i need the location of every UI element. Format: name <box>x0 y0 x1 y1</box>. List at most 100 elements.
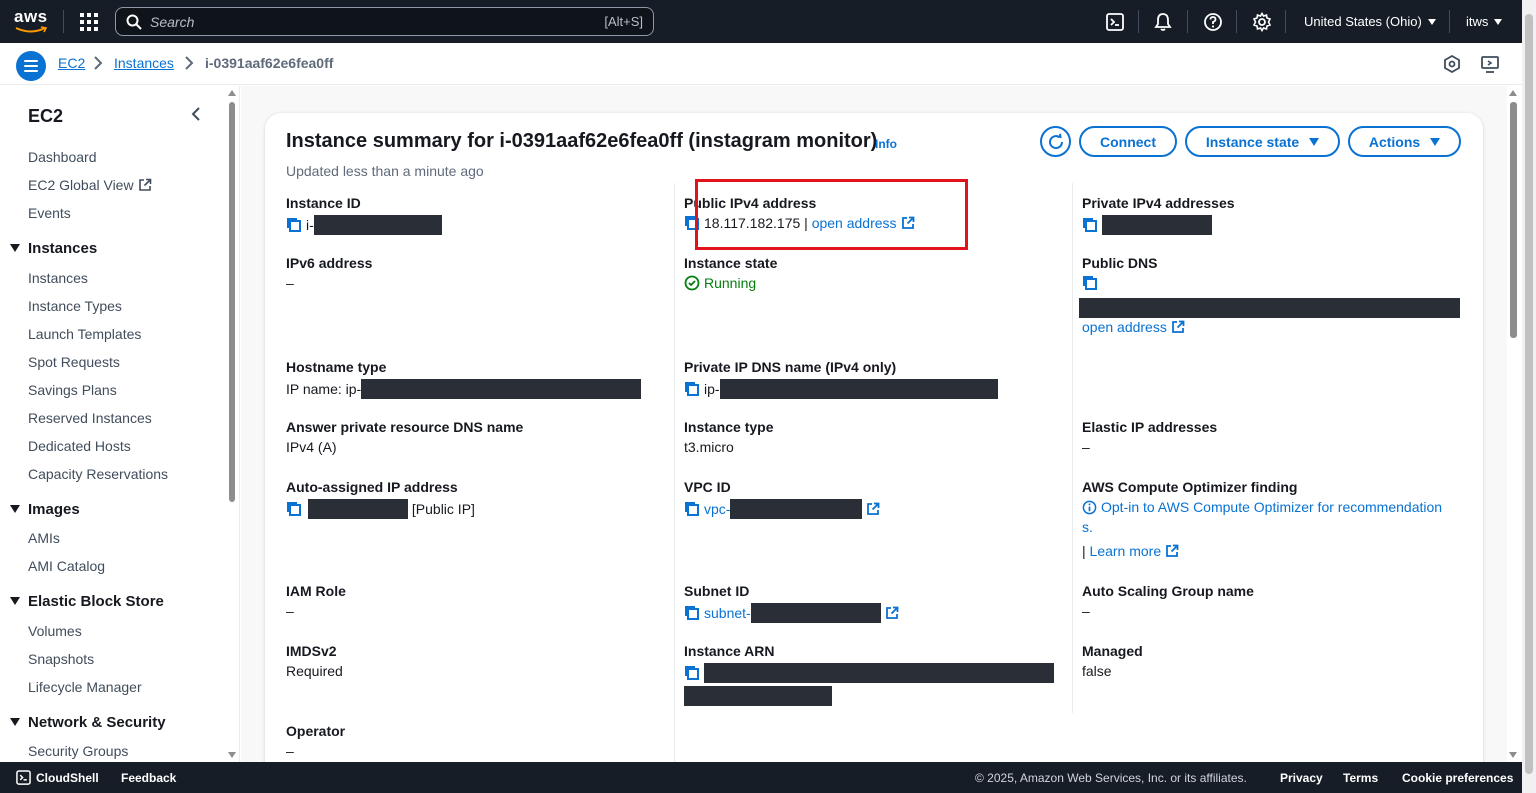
sidebar-scrollbar-thumb[interactable] <box>229 102 235 502</box>
sidebar-item-lifecycle-manager[interactable]: Lifecycle Manager <box>28 679 142 695</box>
learn-more-link[interactable]: Learn more <box>1090 543 1162 559</box>
caret-down-icon <box>1427 19 1436 25</box>
refresh-icon <box>1048 133 1063 149</box>
copy-icon[interactable] <box>1082 217 1098 233</box>
page-title: Instance summary for i-0391aaf62e6fea0ff… <box>286 130 878 152</box>
footer: CloudShell Feedback © 2025, Amazon Web S… <box>0 762 1522 793</box>
cookie-preferences-link[interactable]: Cookie preferences <box>1402 771 1513 785</box>
search-box[interactable]: [Alt+S] <box>115 7 654 36</box>
sidebar-item-volumes[interactable]: Volumes <box>28 623 82 639</box>
instance-arn-value-line2 <box>684 686 832 706</box>
subnet-id-link[interactable]: subnet- <box>704 605 751 621</box>
instance-id-label: Instance ID <box>286 195 361 211</box>
external-link-icon[interactable] <box>866 502 880 516</box>
hexagon-settings-icon[interactable] <box>1443 55 1461 73</box>
settings-gear-icon[interactable] <box>1252 12 1272 32</box>
refresh-button[interactable] <box>1040 126 1071 157</box>
display-preferences-icon[interactable] <box>1480 54 1500 74</box>
chevron-left-icon[interactable] <box>190 106 202 122</box>
breadcrumb-ec2[interactable]: EC2 <box>58 55 85 71</box>
side-navigation-toggle-button[interactable] <box>16 51 46 81</box>
sidebar-item-dedicated-hosts[interactable]: Dedicated Hosts <box>28 438 131 454</box>
nav-divider <box>1449 10 1450 33</box>
notifications-bell-icon[interactable] <box>1153 12 1173 32</box>
info-link[interactable]: Info <box>875 137 897 151</box>
side-navigation: EC2 Dashboard EC2 Global View Events Ins… <box>0 86 240 762</box>
sidebar-item-events[interactable]: Events <box>28 205 71 221</box>
sidebar-item-amis[interactable]: AMIs <box>28 530 60 546</box>
optimizer-opt-in-link-end[interactable]: s. <box>1082 519 1093 535</box>
page-scrollbar-thumb[interactable] <box>1525 14 1533 774</box>
copy-icon[interactable] <box>1082 275 1098 291</box>
sidebar-item-ami-catalog[interactable]: AMI Catalog <box>28 558 105 574</box>
external-link-icon[interactable] <box>1171 320 1185 334</box>
scroll-up-arrow-icon[interactable] <box>1509 90 1517 96</box>
scroll-down-arrow-icon[interactable] <box>1509 752 1517 758</box>
external-link-icon[interactable] <box>1165 544 1179 558</box>
sidebar-item-spot-requests[interactable]: Spot Requests <box>28 354 120 370</box>
external-link-icon[interactable] <box>885 606 899 620</box>
auto-ip-value: [Public IP] <box>286 499 475 519</box>
sidebar-item-instance-types[interactable]: Instance Types <box>28 298 122 314</box>
optimizer-value: Opt-in to AWS Compute Optimizer for reco… <box>1082 499 1442 515</box>
copy-icon[interactable] <box>684 501 700 517</box>
sidebar-item-instances[interactable]: Instances <box>28 270 88 286</box>
sidebar-item-savings-plans[interactable]: Savings Plans <box>28 382 117 398</box>
caret-down-icon <box>10 505 20 513</box>
instance-state-button[interactable]: Instance state <box>1185 126 1340 157</box>
sidebar-item-capacity-reservations[interactable]: Capacity Reservations <box>28 466 168 482</box>
sidebar-item-reserved-instances[interactable]: Reserved Instances <box>28 410 152 426</box>
aws-logo[interactable]: aws <box>14 8 50 34</box>
managed-value: false <box>1082 663 1112 679</box>
cloudshell-button[interactable]: CloudShell <box>16 770 99 785</box>
services-grid-icon[interactable] <box>80 13 98 31</box>
sidebar-section-images[interactable]: Images <box>10 501 80 518</box>
ipv6-value: – <box>286 275 294 291</box>
instance-arn-value <box>684 663 1054 683</box>
public-dns-label: Public DNS <box>1082 255 1158 271</box>
highlight-annotation-box <box>695 179 968 250</box>
sidebar-item-security-groups[interactable]: Security Groups <box>28 743 128 759</box>
copy-icon[interactable] <box>684 605 700 621</box>
copy-icon[interactable] <box>286 217 302 233</box>
copy-icon[interactable] <box>286 501 302 517</box>
main-scrollbar-thumb[interactable] <box>1510 102 1517 338</box>
instance-type-label: Instance type <box>684 419 774 435</box>
terms-link[interactable]: Terms <box>1343 771 1378 785</box>
iam-role-value: – <box>286 603 294 619</box>
sidebar-section-elastic-block-store[interactable]: Elastic Block Store <box>10 593 164 610</box>
feedback-link[interactable]: Feedback <box>121 771 176 785</box>
auto-ip-label: Auto-assigned IP address <box>286 479 458 495</box>
copy-icon[interactable] <box>684 381 700 397</box>
button-label: Actions <box>1368 133 1421 150</box>
account-menu[interactable]: itws <box>1466 14 1503 29</box>
redacted-block <box>361 379 642 399</box>
actions-button[interactable]: Actions <box>1348 126 1461 157</box>
nav-divider <box>1285 10 1286 33</box>
sidebar-item-ec2-global-view[interactable]: EC2 Global View <box>28 177 152 193</box>
copy-icon[interactable] <box>684 665 700 681</box>
answer-dns-label: Answer private resource DNS name <box>286 419 524 435</box>
sidebar-title[interactable]: EC2 <box>28 106 63 127</box>
sidebar-section-instances[interactable]: Instances <box>10 240 97 257</box>
breadcrumb-instances[interactable]: Instances <box>114 55 174 71</box>
open-address-link[interactable]: open address <box>1082 319 1167 335</box>
sidebar-item-launch-templates[interactable]: Launch Templates <box>28 326 141 342</box>
scroll-up-arrow-icon[interactable] <box>228 90 236 96</box>
nav-divider <box>1187 10 1188 33</box>
sidebar-item-dashboard[interactable]: Dashboard <box>28 149 97 165</box>
sidebar-section-network-security[interactable]: Network & Security <box>10 714 166 731</box>
scroll-down-arrow-icon[interactable] <box>228 752 236 758</box>
vpc-id-link[interactable]: vpc- <box>704 501 730 517</box>
instance-state-label: Instance state <box>684 255 778 271</box>
sidebar-item-snapshots[interactable]: Snapshots <box>28 651 94 667</box>
optimizer-opt-in-link[interactable]: Opt-in to AWS Compute Optimizer for reco… <box>1101 499 1442 515</box>
connect-button[interactable]: Connect <box>1079 126 1177 157</box>
search-input[interactable] <box>150 12 550 32</box>
region-selector[interactable]: United States (Ohio) <box>1304 14 1436 29</box>
privacy-link[interactable]: Privacy <box>1280 771 1323 785</box>
help-icon[interactable] <box>1203 12 1223 32</box>
sidebar-section-label: Elastic Block Store <box>28 593 164 610</box>
external-link-icon <box>138 178 151 191</box>
cloudshell-icon[interactable] <box>1105 12 1125 32</box>
